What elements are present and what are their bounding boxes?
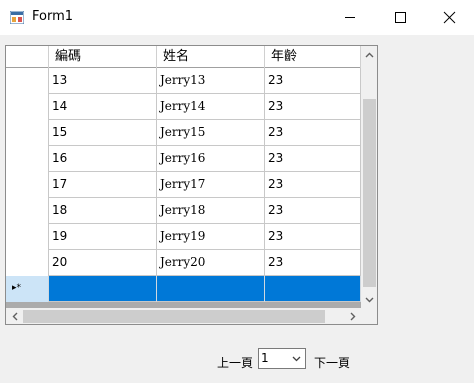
- table-row[interactable]: 20 Jerry20 23: [6, 250, 361, 276]
- cell-code[interactable]: 19: [49, 224, 157, 250]
- new-row-cell-code[interactable]: [49, 276, 157, 302]
- new-row[interactable]: ▸*: [6, 276, 361, 302]
- column-header-name[interactable]: 姓名: [157, 46, 265, 68]
- cell-code[interactable]: 16: [49, 146, 157, 172]
- row-header[interactable]: [6, 172, 49, 198]
- horizontal-scrollbar[interactable]: [6, 308, 361, 324]
- cell-age[interactable]: 23: [265, 224, 361, 250]
- prev-page-label[interactable]: 上一頁: [217, 354, 253, 371]
- page-select-dropdown[interactable]: [288, 349, 305, 368]
- page-select[interactable]: 1: [258, 348, 306, 369]
- scroll-down-button[interactable]: [361, 291, 377, 308]
- cell-name[interactable]: Jerry16: [157, 146, 265, 172]
- cell-age[interactable]: 23: [265, 120, 361, 146]
- cell-age[interactable]: 23: [265, 250, 361, 276]
- chevron-up-icon: [365, 52, 374, 57]
- new-row-header[interactable]: ▸*: [6, 276, 49, 302]
- row-header[interactable]: [6, 68, 49, 94]
- cell-name[interactable]: Jerry13: [157, 68, 265, 94]
- new-row-cell-name[interactable]: [157, 276, 265, 302]
- vertical-scroll-thumb[interactable]: [363, 99, 376, 287]
- row-header-corner[interactable]: [6, 46, 49, 68]
- grid-header: 編碼 姓名 年齡: [6, 46, 361, 68]
- cell-name[interactable]: Jerry19: [157, 224, 265, 250]
- new-row-marker-icon: ▸*: [12, 283, 22, 293]
- next-page-label[interactable]: 下一頁: [314, 354, 350, 371]
- row-header[interactable]: [6, 224, 49, 250]
- close-icon: [443, 11, 456, 24]
- maximize-button[interactable]: [377, 0, 423, 35]
- cell-code[interactable]: 13: [49, 68, 157, 94]
- scroll-right-button[interactable]: [344, 308, 361, 324]
- chevron-down-icon: [292, 356, 301, 361]
- scroll-left-button[interactable]: [6, 308, 23, 324]
- table-row[interactable]: 14 Jerry14 23: [6, 94, 361, 120]
- table-row[interactable]: 15 Jerry15 23: [6, 120, 361, 146]
- cell-name[interactable]: Jerry18: [157, 198, 265, 224]
- column-header-code[interactable]: 編碼: [49, 46, 157, 68]
- cell-age[interactable]: 23: [265, 172, 361, 198]
- cell-code[interactable]: 17: [49, 172, 157, 198]
- page-select-value: 1: [261, 351, 269, 365]
- scrollbar-corner: [361, 308, 377, 324]
- chevron-down-icon: [365, 297, 374, 302]
- data-grid[interactable]: 編碼 姓名 年齡 13 Jerry13 23 14 Jerry14 23 15 …: [5, 45, 378, 325]
- cell-age[interactable]: 23: [265, 94, 361, 120]
- cell-code[interactable]: 20: [49, 250, 157, 276]
- scroll-up-button[interactable]: [361, 46, 377, 63]
- minimize-button[interactable]: [327, 0, 373, 35]
- column-header-age[interactable]: 年齡: [265, 46, 361, 68]
- cell-name[interactable]: Jerry20: [157, 250, 265, 276]
- cell-code[interactable]: 15: [49, 120, 157, 146]
- new-row-cell-age[interactable]: [265, 276, 361, 302]
- row-header[interactable]: [6, 250, 49, 276]
- row-header[interactable]: [6, 120, 49, 146]
- cell-name[interactable]: Jerry14: [157, 94, 265, 120]
- row-header[interactable]: [6, 198, 49, 224]
- row-header[interactable]: [6, 94, 49, 120]
- table-row[interactable]: 17 Jerry17 23: [6, 172, 361, 198]
- table-row[interactable]: 16 Jerry16 23: [6, 146, 361, 172]
- close-button[interactable]: [426, 0, 472, 35]
- cell-age[interactable]: 23: [265, 146, 361, 172]
- chevron-left-icon: [12, 312, 17, 321]
- minimize-icon: [345, 17, 355, 18]
- cell-code[interactable]: 18: [49, 198, 157, 224]
- cell-age[interactable]: 23: [265, 198, 361, 224]
- cell-age[interactable]: 23: [265, 68, 361, 94]
- maximize-icon: [395, 12, 406, 23]
- vertical-scrollbar[interactable]: [361, 46, 377, 308]
- window-title: Form1: [32, 9, 74, 24]
- cell-name[interactable]: Jerry15: [157, 120, 265, 146]
- table-row[interactable]: 13 Jerry13 23: [6, 68, 361, 94]
- row-header[interactable]: [6, 146, 49, 172]
- chevron-right-icon: [350, 312, 355, 321]
- horizontal-scroll-thumb[interactable]: [23, 310, 325, 323]
- table-row[interactable]: 19 Jerry19 23: [6, 224, 361, 250]
- cell-name[interactable]: Jerry17: [157, 172, 265, 198]
- app-icon: [9, 10, 25, 25]
- table-row[interactable]: 18 Jerry18 23: [6, 198, 361, 224]
- title-bar: Form1: [0, 0, 474, 35]
- cell-code[interactable]: 14: [49, 94, 157, 120]
